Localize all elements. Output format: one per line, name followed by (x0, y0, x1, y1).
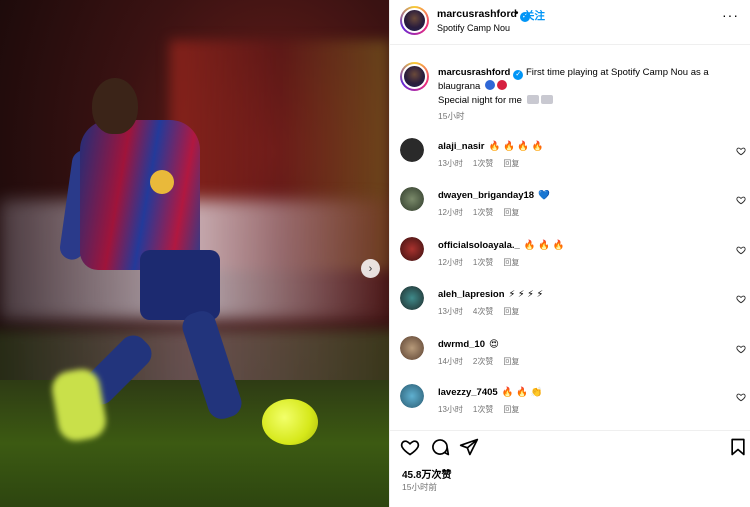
follow-button[interactable]: 关注 (524, 8, 545, 23)
commenter-username[interactable]: officialsoloayala._ (438, 240, 520, 251)
comment-item: aleh_lapresion ⚡ ⚡ ⚡ ⚡ 13小时 4次赞 回复 (390, 286, 750, 326)
caption-time: 15小时 (438, 111, 465, 121)
comment-likes[interactable]: 1次赞 (473, 159, 493, 168)
red-heart-emoji-icon (496, 80, 507, 90)
commenter-avatar[interactable] (400, 286, 424, 310)
comment-text: 💙 (538, 190, 550, 201)
comment-likes[interactable]: 4次赞 (473, 307, 493, 316)
comment-time: 13小时 (438, 405, 463, 414)
post-timestamp: 15小时前 (402, 482, 437, 492)
comment-heart-icon[interactable] (736, 294, 746, 304)
caption-text: marcusrashford ✓ First time playing at Sp… (438, 67, 709, 106)
comment-time: 13小时 (438, 159, 463, 168)
comment-time: 12小时 (438, 258, 463, 267)
verified-badge-icon: ✓ (513, 70, 524, 80)
commenter-avatar[interactable] (400, 384, 424, 408)
separator-dot: • (515, 8, 519, 19)
commenter-username[interactable]: dwayen_briganday18 (438, 190, 534, 201)
like-count[interactable]: 45.8万次赞 (402, 466, 451, 481)
post-detail-panel: marcusrashford ✓ • 关注 Spotify Camp Nou ··… (389, 0, 750, 507)
comment-heart-icon[interactable] (736, 392, 746, 402)
comment-heart-icon[interactable] (736, 195, 746, 205)
comment-heart-icon[interactable] (736, 146, 746, 156)
comment-heart-icon[interactable] (736, 245, 746, 255)
stadium-emoji-icon (540, 95, 553, 104)
reply-button[interactable]: 回复 (503, 159, 519, 168)
comment-likes[interactable]: 1次赞 (473, 258, 493, 267)
reply-button[interactable]: 回复 (503, 208, 519, 217)
caption-author-avatar[interactable] (400, 62, 429, 91)
heart-icon[interactable] (400, 437, 420, 457)
post-photo[interactable]: › (0, 0, 389, 507)
blue-heart-emoji-icon (484, 80, 495, 90)
action-bar (390, 430, 750, 460)
comment-item: alaji_nasir 🔥 🔥 🔥 🔥 13小时 1次赞 回复 (390, 138, 750, 178)
author-avatar[interactable] (400, 6, 429, 35)
comment-likes[interactable]: 1次赞 (473, 405, 493, 414)
comment-text: 😍 (489, 339, 499, 350)
football (262, 399, 318, 445)
commenter-avatar[interactable] (400, 187, 424, 211)
comment-text: ⚡ ⚡ ⚡ ⚡ (508, 289, 544, 300)
stadium-emoji-icon (526, 95, 539, 104)
reply-button[interactable]: 回复 (503, 405, 519, 414)
comment-likes[interactable]: 2次赞 (473, 357, 493, 366)
player-torso (80, 120, 200, 270)
shirt-sponsor-logo (150, 170, 174, 194)
comment-item: lavezzy_7405 🔥 🔥 👏 13小时 1次赞 回复 (390, 384, 750, 424)
send-icon[interactable] (459, 437, 479, 457)
post-header: marcusrashford ✓ • 关注 Spotify Camp Nou ··… (390, 0, 750, 45)
reply-button[interactable]: 回复 (503, 307, 519, 316)
comment-text: 🔥 🔥 🔥 (523, 240, 565, 251)
comment-time: 14小时 (438, 357, 463, 366)
commenter-username[interactable]: alaji_nasir (438, 141, 484, 152)
comment-time: 12小时 (438, 208, 463, 217)
chevron-right-icon[interactable]: › (361, 259, 380, 278)
comment-item: officialsoloayala._ 🔥 🔥 🔥 12小时 1次赞 回复 (390, 237, 750, 277)
bookmark-icon[interactable] (728, 437, 748, 457)
location-link[interactable]: Spotify Camp Nou (437, 23, 510, 33)
comment-text: 🔥 🔥 👏 (501, 387, 543, 398)
comment-likes[interactable]: 1次赞 (473, 208, 493, 217)
commenter-avatar[interactable] (400, 336, 424, 360)
commenter-username[interactable]: aleh_lapresion (438, 289, 505, 300)
commenter-username[interactable]: lavezzy_7405 (438, 387, 498, 398)
comment-text: 🔥 🔥 🔥 🔥 (488, 141, 544, 152)
player-head (92, 78, 138, 134)
commenter-username[interactable]: dwrmd_10 (438, 339, 485, 350)
reply-button[interactable]: 回复 (503, 258, 519, 267)
comment-time: 13小时 (438, 307, 463, 316)
comment-item: dwayen_briganday18 💙 12小时 1次赞 回复 (390, 187, 750, 227)
comment-item: dwrmd_10 😍 14小时 2次赞 回复 (390, 336, 750, 376)
commenter-avatar[interactable] (400, 237, 424, 261)
reply-button[interactable]: 回复 (503, 357, 519, 366)
comment-heart-icon[interactable] (736, 344, 746, 354)
player-shorts (140, 250, 220, 320)
commenter-avatar[interactable] (400, 138, 424, 162)
more-options-icon[interactable]: ··· (722, 8, 739, 22)
comment-icon[interactable] (430, 437, 450, 457)
